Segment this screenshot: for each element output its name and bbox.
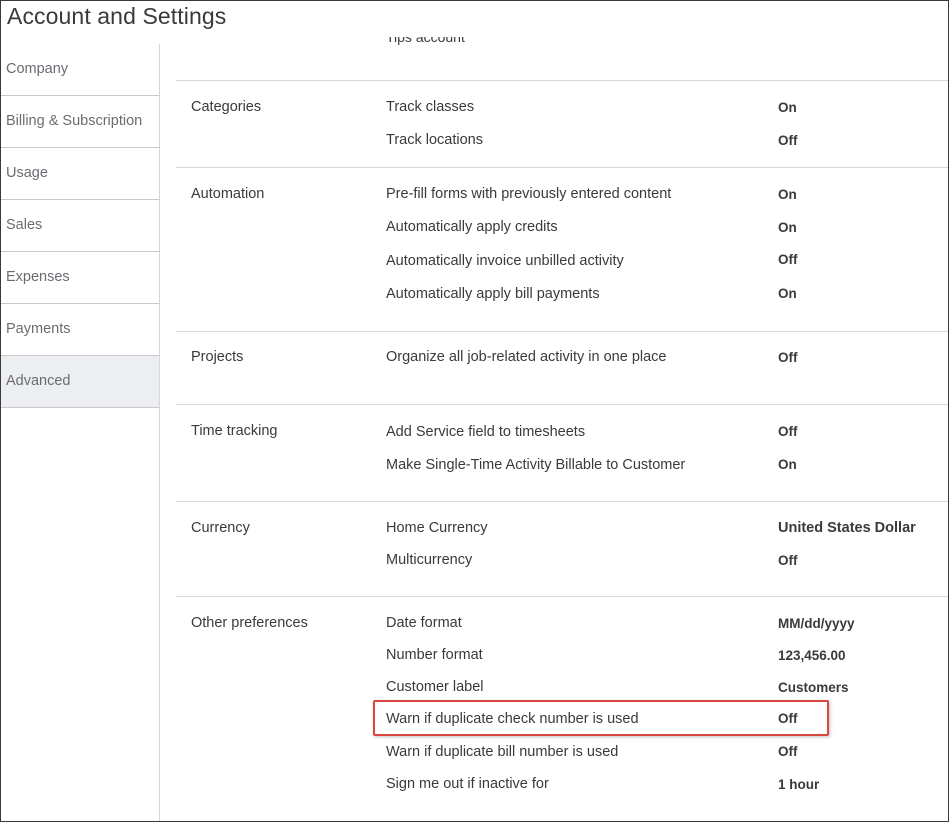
advanced-settings-panel: Tips account Categories Track classes On…	[176, 31, 948, 821]
section-title-projects: Projects	[191, 349, 244, 365]
setting-value-customer-label: Customers	[778, 680, 849, 695]
sidebar-item-expenses[interactable]: Expenses	[1, 252, 160, 304]
setting-value-invoice-unbilled: Off	[778, 252, 798, 267]
setting-value-single-time-billable: On	[778, 457, 797, 472]
setting-value-multicurrency: Off	[778, 553, 798, 568]
section-title-categories: Categories	[191, 99, 262, 115]
setting-value-apply-bill-payments: On	[778, 286, 797, 301]
page-title: Account and Settings	[7, 3, 227, 29]
setting-label-apply-bill-payments: Automatically apply bill payments	[386, 286, 600, 302]
setting-value-sign-out-inactive: 1 hour	[778, 777, 820, 792]
sidebar-divider	[159, 44, 160, 821]
setting-label-track-locations: Track locations	[386, 132, 483, 148]
setting-label-multicurrency: Multicurrency	[386, 552, 473, 568]
sidebar-item-billing-subscription[interactable]: Billing & Subscription	[1, 96, 160, 148]
setting-label-sign-out-inactive: Sign me out if inactive for	[386, 776, 549, 792]
setting-value-date-format: MM/dd/yyyy	[778, 616, 855, 631]
setting-value-home-currency: United States Dollar	[778, 520, 916, 536]
setting-label-organize-jobs: Organize all job-related activity in one…	[386, 349, 667, 365]
setting-value-number-format: 123,456.00	[778, 648, 846, 663]
sidebar-item-usage[interactable]: Usage	[1, 148, 160, 200]
setting-value-prefill-forms: On	[778, 187, 797, 202]
setting-label-date-format: Date format	[386, 615, 462, 631]
setting-value-track-locations: Off	[778, 133, 798, 148]
setting-value-organize-jobs: Off	[778, 350, 798, 365]
section-automation[interactable]: Automation Pre-fill forms with previousl…	[176, 167, 948, 332]
setting-label-single-time-billable: Make Single-Time Activity Billable to Cu…	[386, 457, 686, 473]
setting-label-invoice-unbilled: Automatically invoice unbilled activity	[386, 253, 624, 269]
section-projects[interactable]: Projects Organize all job-related activi…	[176, 331, 948, 405]
highlight-annotation-box	[373, 700, 829, 736]
setting-label-number-format: Number format	[386, 647, 483, 663]
section-currency[interactable]: Currency Home Currency United States Dol…	[176, 501, 948, 597]
setting-value-warn-duplicate-bill: Off	[778, 744, 798, 759]
setting-value-track-classes: On	[778, 100, 797, 115]
setting-label-prefill-forms: Pre-fill forms with previously entered c…	[386, 186, 672, 202]
settings-sidebar: Company Billing & Subscription Usage Sal…	[1, 44, 160, 408]
setting-label-track-classes: Track classes	[386, 99, 475, 115]
section-time-tracking[interactable]: Time tracking Add Service field to times…	[176, 404, 948, 502]
setting-label-customer-label: Customer label	[386, 679, 484, 695]
setting-label-warn-duplicate-bill: Warn if duplicate bill number is used	[386, 744, 619, 760]
sidebar-item-company[interactable]: Company	[1, 44, 160, 96]
sidebar-item-payments[interactable]: Payments	[1, 304, 160, 356]
section-title-other-preferences: Other preferences	[191, 615, 308, 631]
sidebar-item-sales[interactable]: Sales	[1, 200, 160, 252]
settings-window: Account and Settings Company Billing & S…	[0, 0, 949, 822]
setting-value-service-field: Off	[778, 424, 798, 439]
setting-value-apply-credits: On	[778, 220, 797, 235]
section-categories[interactable]: Categories Track classes On Track locati…	[176, 80, 948, 168]
setting-label-service-field: Add Service field to timesheets	[386, 424, 586, 440]
setting-label-apply-credits: Automatically apply credits	[386, 219, 558, 235]
section-title-currency: Currency	[191, 520, 250, 536]
cut-off-row-label: Tips account	[386, 31, 465, 45]
setting-label-home-currency: Home Currency	[386, 520, 488, 536]
sidebar-item-advanced[interactable]: Advanced	[1, 356, 160, 408]
section-title-automation: Automation	[191, 186, 265, 202]
section-title-time-tracking: Time tracking	[191, 423, 278, 439]
